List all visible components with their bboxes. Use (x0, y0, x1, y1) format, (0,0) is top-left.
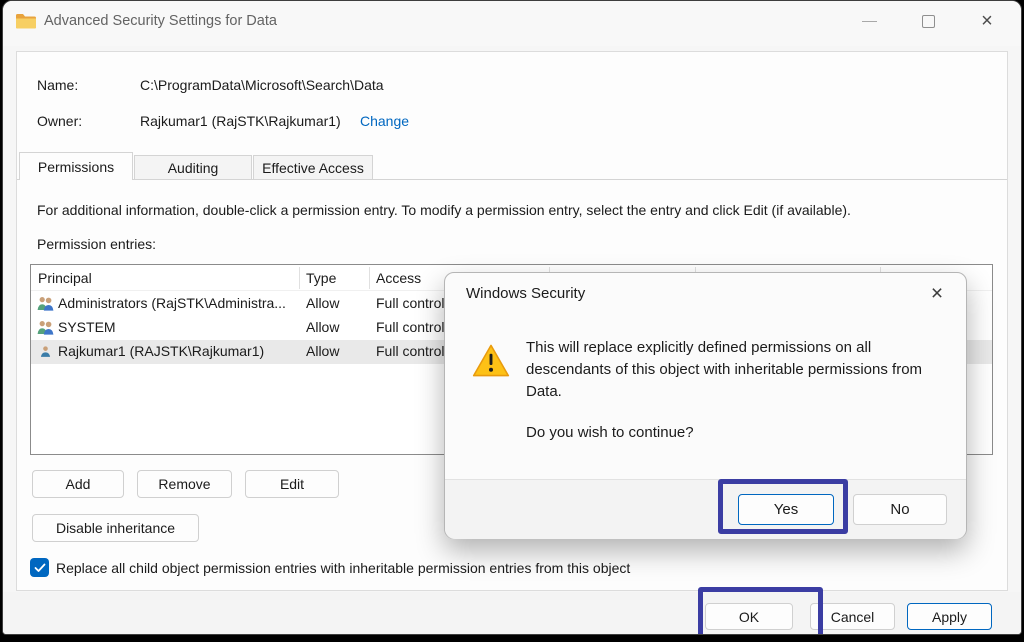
name-label: Name: (37, 77, 78, 93)
close-icon: × (931, 282, 943, 306)
user-icon (39, 344, 52, 359)
windows-security-dialog: Windows Security × This will replace exp… (444, 272, 967, 539)
screen: Advanced Security Settings for Data × Na… (0, 0, 1024, 642)
titlebar: Advanced Security Settings for Data × (3, 1, 1021, 46)
principal-cell: Administrators (RajSTK\Administra... (58, 295, 298, 311)
minimize-icon (862, 21, 877, 22)
access-cell: Full control (376, 343, 444, 359)
edit-button[interactable]: Edit (245, 470, 339, 498)
close-button[interactable]: × (964, 1, 1010, 41)
no-button[interactable]: No (853, 494, 947, 525)
dialog-message: This will replace explicitly defined per… (526, 337, 936, 403)
apply-button[interactable]: Apply (907, 603, 992, 630)
type-cell: Allow (306, 295, 339, 311)
window-title: Advanced Security Settings for Data (44, 13, 277, 29)
dialog-question: Do you wish to continue? (526, 424, 694, 441)
tab-auditing[interactable]: Auditing (134, 155, 252, 180)
maximize-button[interactable] (905, 1, 951, 41)
permission-entries-label: Permission entries: (37, 236, 156, 252)
cancel-button[interactable]: Cancel (810, 603, 895, 630)
access-cell: Full control (376, 319, 444, 335)
yes-button[interactable]: Yes (738, 494, 834, 525)
tab-effective-access[interactable]: Effective Access (253, 155, 373, 180)
name-value: C:\ProgramData\Microsoft\Search\Data (140, 77, 384, 93)
folder-icon (15, 12, 37, 30)
owner-label: Owner: (37, 113, 82, 129)
column-separator (369, 267, 370, 289)
column-header-type[interactable]: Type (306, 270, 336, 286)
footer: OK Cancel Apply (3, 592, 1021, 635)
column-header-principal[interactable]: Principal (38, 270, 92, 286)
close-icon: × (981, 11, 993, 31)
users-icon (37, 320, 54, 335)
dialog-close-button[interactable]: × (922, 279, 952, 309)
access-cell: Full control (376, 295, 444, 311)
maximize-icon (922, 15, 935, 28)
replace-permissions-checkbox[interactable] (30, 558, 49, 577)
dialog-title: Windows Security (466, 285, 585, 302)
remove-button[interactable]: Remove (137, 470, 232, 498)
users-icon (37, 296, 54, 311)
column-separator (299, 267, 300, 289)
tab-permissions[interactable]: Permissions (19, 152, 133, 180)
principal-cell: SYSTEM (58, 319, 116, 335)
add-button[interactable]: Add (32, 470, 124, 498)
advanced-security-settings-window: Advanced Security Settings for Data × Na… (2, 0, 1022, 635)
replace-permissions-label: Replace all child object permission entr… (56, 560, 630, 576)
type-cell: Allow (306, 319, 339, 335)
type-cell: Allow (306, 343, 339, 359)
warning-triangle-icon (472, 343, 510, 378)
column-header-access[interactable]: Access (376, 270, 421, 286)
ok-button[interactable]: OK (705, 603, 793, 630)
owner-value: Rajkumar1 (RajSTK\Rajkumar1) (140, 113, 341, 129)
change-owner-link[interactable]: Change (360, 113, 409, 129)
principal-cell: Rajkumar1 (RAJSTK\Rajkumar1) (58, 343, 264, 359)
disable-inheritance-button[interactable]: Disable inheritance (32, 514, 199, 542)
instruction-text: For additional information, double-click… (37, 202, 987, 218)
dialog-footer: Yes No (445, 479, 966, 539)
check-icon (34, 563, 46, 573)
minimize-button[interactable] (846, 1, 892, 41)
